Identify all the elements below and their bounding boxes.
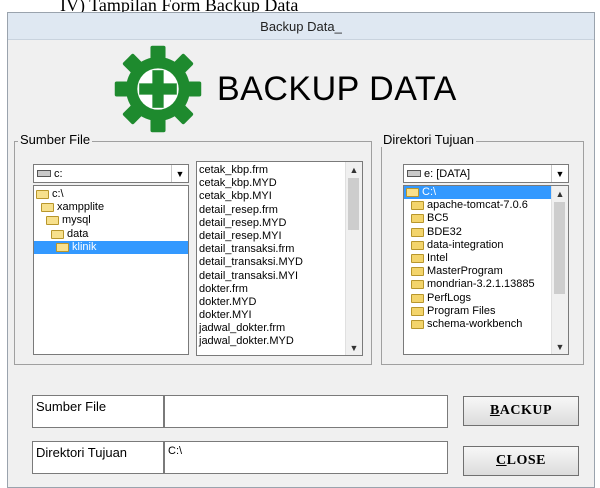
folder-label: schema-workbench — [427, 317, 523, 330]
folder-icon — [411, 319, 424, 329]
scroll-thumb[interactable] — [348, 178, 359, 230]
folder-list-item[interactable]: schema-workbench — [404, 318, 568, 331]
folder-list-item[interactable]: apache-tomcat-7.0.6 — [404, 199, 568, 212]
file-list-item[interactable]: detail_transaksi.MYD — [197, 256, 362, 269]
close-button-label: LOSE — [506, 453, 546, 468]
file-list-scrollbar[interactable]: ▲ ▼ — [345, 162, 362, 355]
backup-button-mnemonic: B — [489, 403, 500, 418]
file-rows: cetak_kbp.frm cetak_kbp.MYD cetak_kbp.MYI d… — [197, 164, 362, 349]
file-list-item[interactable]: cetak_kbp.MYI — [197, 190, 362, 203]
title-bar: Backup Data_ — [8, 13, 594, 40]
folder-item-root[interactable]: C:\ — [404, 186, 568, 200]
folder-icon — [411, 227, 424, 237]
folder-list-item[interactable]: MasterProgram — [404, 265, 568, 278]
file-list-item[interactable]: detail_resep.MYI — [197, 230, 362, 243]
scroll-thumb[interactable] — [554, 202, 565, 294]
sumber-folder-list[interactable]: c:\ xampplite mysql data klinik — [33, 185, 189, 355]
folder-icon — [411, 214, 424, 224]
folder-icon — [411, 240, 424, 250]
folder-item-mysql[interactable]: mysql — [34, 214, 188, 227]
file-list-item[interactable]: cetak_kbp.MYD — [197, 177, 362, 190]
folder-label: PerfLogs — [427, 291, 472, 304]
drive-icon — [37, 170, 51, 177]
folder-item-root[interactable]: c:\ — [34, 188, 188, 201]
folder-icon — [411, 306, 424, 316]
file-list-item[interactable]: cetak_kbp.frm — [197, 164, 362, 177]
folder-item-klinik[interactable]: klinik — [34, 240, 188, 254]
backup-button-label: ACKUP — [499, 403, 553, 418]
close-button-mnemonic: C — [496, 453, 507, 468]
backup-button[interactable]: B ACKUP — [463, 396, 579, 426]
folder-label: apache-tomcat-7.0.6 — [427, 199, 528, 212]
scroll-down-icon[interactable]: ▼ — [346, 340, 362, 355]
folder-label: data-integration — [427, 238, 504, 251]
folder-open-icon — [56, 242, 69, 252]
tujuan-drive-value: e: [DATA] — [424, 167, 471, 180]
folder-list-item[interactable]: BC5 — [404, 212, 568, 225]
file-list-item[interactable]: dokter.MYI — [197, 309, 362, 322]
folder-list-item[interactable]: PerfLogs — [404, 292, 568, 305]
sumber-file-legend: Sumber File — [18, 132, 93, 147]
folder-list-item[interactable]: data-integration — [404, 239, 568, 252]
folder-label: mondrian-3.2.1.13885 — [427, 278, 535, 291]
file-list-item[interactable]: dokter.MYD — [197, 296, 362, 309]
backup-window: Backup Data_ BACKUP DATA Sumber File c: — [7, 12, 595, 488]
tujuan-drive-select[interactable]: e: [DATA] ▼ — [403, 164, 569, 183]
tujuan-folder-list[interactable]: C:\ apache-tomcat-7.0.6 BC5 BDE32 data-inte… — [403, 185, 569, 355]
sumber-drive-value: c: — [54, 167, 63, 180]
tujuan-rows: apache-tomcat-7.0.6 BC5 BDE32 data-integrat… — [404, 199, 568, 331]
folder-item-data[interactable]: data — [34, 228, 188, 241]
folder-item-xampplite[interactable]: xampplite — [34, 201, 188, 214]
folder-icon — [411, 254, 424, 264]
folder-list-item[interactable]: Intel — [404, 252, 568, 265]
folder-open-icon — [406, 188, 419, 198]
gear-plus-icon — [114, 45, 202, 133]
sumber-file-list[interactable]: cetak_kbp.frm cetak_kbp.MYD cetak_kbp.MYI d… — [196, 161, 363, 356]
chevron-down-icon[interactable]: ▼ — [551, 165, 568, 182]
file-list-item[interactable]: jadwal_dokter.frm — [197, 322, 362, 335]
close-button[interactable]: C LOSE — [463, 446, 579, 476]
folder-icon — [411, 293, 424, 303]
direktori-tujuan-input[interactable]: C:\ — [164, 441, 448, 474]
folder-label: Intel — [427, 251, 448, 264]
file-list-item[interactable]: detail_transaksi.frm — [197, 243, 362, 256]
sumber-drive-select[interactable]: c: ▼ — [33, 164, 189, 183]
folder-label: Program Files — [427, 304, 496, 317]
file-list-item[interactable]: detail_resep.MYD — [197, 217, 362, 230]
tujuan-list-scrollbar[interactable]: ▲ ▼ — [551, 186, 568, 354]
direktori-tujuan-legend: Direktori Tujuan — [381, 132, 477, 147]
file-list-item[interactable]: dokter.frm — [197, 283, 362, 296]
folder-open-icon — [41, 203, 54, 213]
banner-title: BACKUP DATA — [217, 69, 457, 108]
folder-label: BDE32 — [427, 225, 462, 238]
file-list-item[interactable]: detail_resep.frm — [197, 204, 362, 217]
file-list-item[interactable]: jadwal_dokter.MYD — [197, 335, 362, 348]
file-list-item[interactable]: detail_transaksi.MYI — [197, 270, 362, 283]
folder-icon — [411, 280, 424, 290]
folder-list-item[interactable]: Program Files — [404, 305, 568, 318]
folder-label: BC5 — [427, 212, 449, 225]
folder-list-item[interactable]: mondrian-3.2.1.13885 — [404, 278, 568, 291]
chevron-down-icon[interactable]: ▼ — [171, 165, 188, 182]
folder-open-icon — [51, 229, 64, 239]
sumber-file-input[interactable] — [164, 395, 448, 428]
drive-icon — [407, 170, 421, 177]
folder-open-icon — [36, 190, 49, 200]
scroll-up-icon[interactable]: ▲ — [346, 162, 362, 177]
folder-icon — [411, 201, 424, 211]
scroll-up-icon[interactable]: ▲ — [552, 186, 568, 201]
folder-label: MasterProgram — [427, 265, 503, 278]
direktori-tujuan-label: Direktori Tujuan — [32, 441, 164, 474]
window-title: Backup Data_ — [260, 18, 342, 34]
folder-list-item[interactable]: BDE32 — [404, 226, 568, 239]
folder-icon — [411, 267, 424, 277]
banner: BACKUP DATA — [111, 41, 511, 137]
scroll-down-icon[interactable]: ▼ — [552, 339, 568, 354]
sumber-file-label: Sumber File — [32, 395, 164, 428]
folder-open-icon — [46, 216, 59, 226]
